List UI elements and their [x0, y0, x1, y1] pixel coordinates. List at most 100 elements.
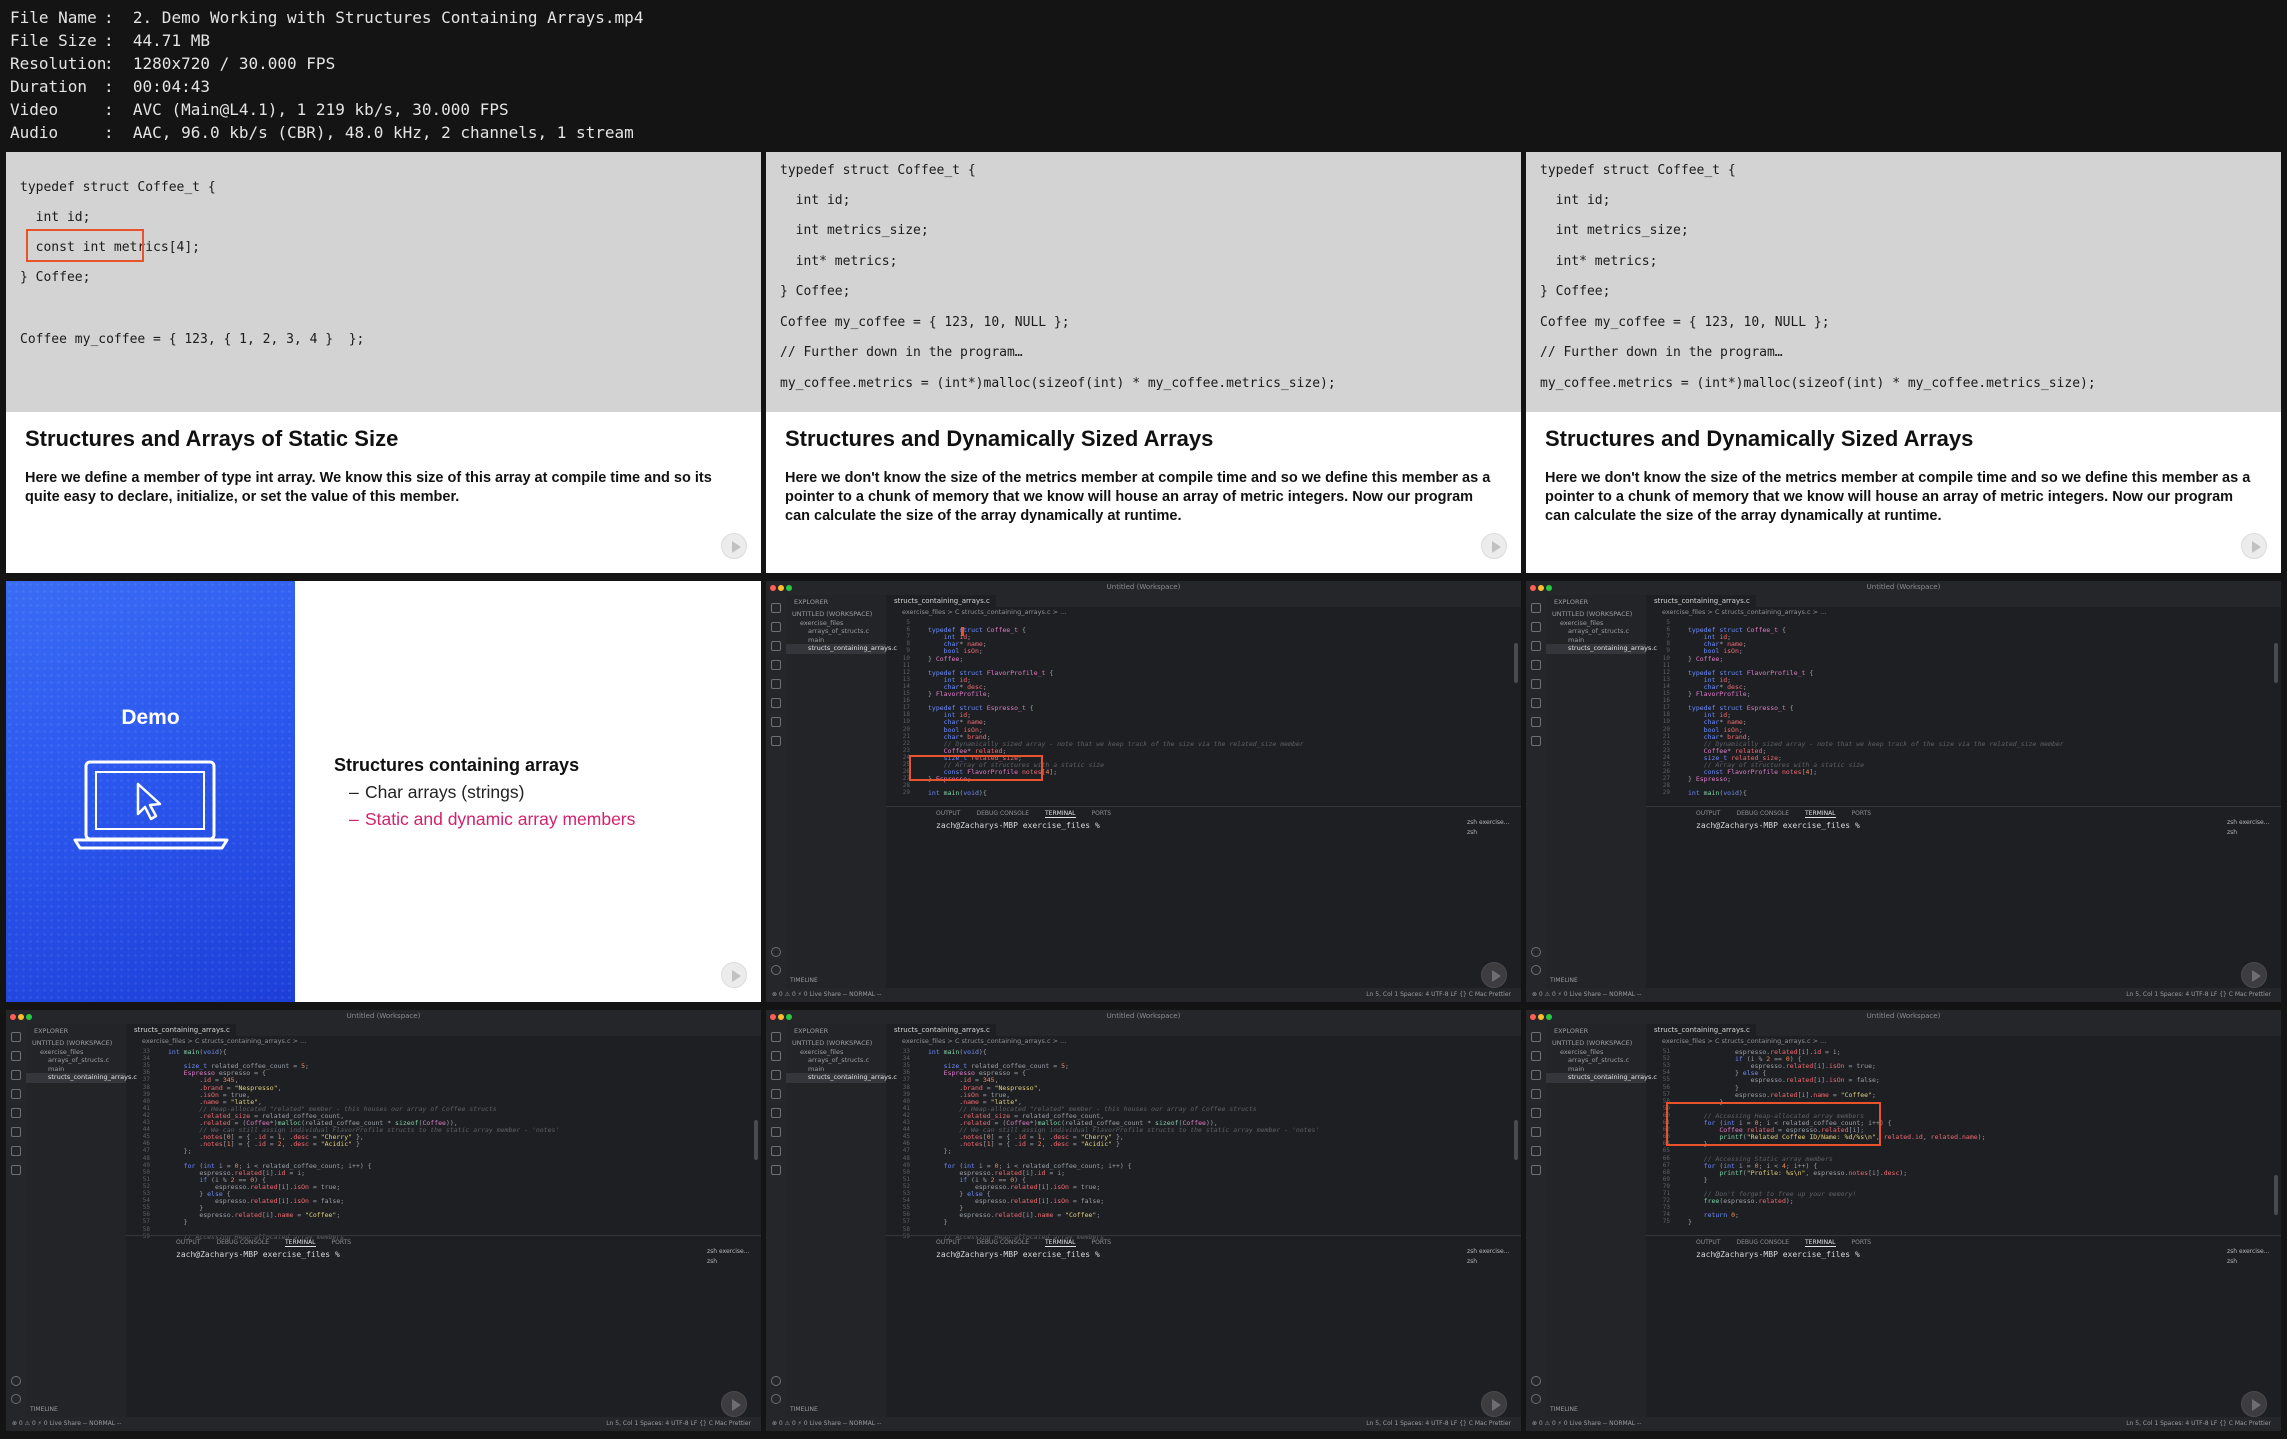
panel-tab-output[interactable]: OUTPUT: [176, 1239, 200, 1246]
run-debug-icon[interactable]: [11, 1089, 21, 1099]
remote-icon[interactable]: [771, 698, 781, 708]
play-icon[interactable]: [2241, 533, 2267, 559]
workspace-heading[interactable]: UNTITLED (WORKSPACE): [792, 610, 872, 618]
editor-tab-structs-containing-arrays[interactable]: structs_containing_arrays.c: [126, 1024, 236, 1036]
remote-icon[interactable]: [11, 1127, 21, 1137]
editor-scrollbar[interactable]: [1514, 643, 1518, 683]
play-icon[interactable]: [2241, 962, 2267, 988]
file-item[interactable]: structs_containing_arrays.c: [1568, 644, 1657, 652]
editor-tab-structs-containing-arrays[interactable]: structs_containing_arrays.c: [1646, 595, 1756, 607]
terminal-prompt[interactable]: zach@Zacharys-MBP exercise_files %: [176, 1250, 345, 1259]
panel-tab-output[interactable]: OUTPUT: [1696, 810, 1720, 817]
terminal-instance[interactable]: zsh: [1467, 1257, 1511, 1267]
run-debug-icon[interactable]: [1531, 1089, 1541, 1099]
play-icon[interactable]: [1481, 1391, 1507, 1417]
terminal-instance[interactable]: zsh: [2227, 828, 2271, 838]
status-left[interactable]: ⊗ 0 ⚠ 0 ⚡ 0 Live Share -- NORMAL --: [12, 1420, 121, 1427]
folder-exercise-files[interactable]: exercise_files: [1560, 1048, 1603, 1056]
panel-tab-output[interactable]: OUTPUT: [936, 1239, 960, 1246]
docker-icon[interactable]: [1531, 717, 1541, 727]
breadcrumb[interactable]: exercise_files > C structs_containing_ar…: [1662, 608, 1826, 616]
panel-tab-debug-console[interactable]: DEBUG CONSOLE: [1736, 1239, 1789, 1246]
play-icon[interactable]: [721, 962, 747, 988]
extensions-icon[interactable]: [771, 1108, 781, 1118]
status-right[interactable]: Ln 5, Col 1 Spaces: 4 UTF-8 LF {} C Mac …: [1366, 1420, 1511, 1427]
breadcrumb[interactable]: exercise_files > C structs_containing_ar…: [902, 608, 1066, 616]
docker-icon[interactable]: [11, 1146, 21, 1156]
terminal-instance[interactable]: zsh exercise...: [707, 1247, 751, 1257]
play-icon[interactable]: [721, 1391, 747, 1417]
timeline-section[interactable]: TIMELINE: [790, 1406, 818, 1413]
status-right[interactable]: Ln 5, Col 1 Spaces: 4 UTF-8 LF {} C Mac …: [2126, 1420, 2271, 1427]
file-item[interactable]: main: [808, 636, 824, 644]
terminal-instance[interactable]: zsh: [707, 1257, 751, 1267]
account-icon[interactable]: [1531, 947, 1541, 957]
editor-tab-structs-containing-arrays[interactable]: structs_containing_arrays.c: [886, 595, 996, 607]
play-icon[interactable]: [2241, 1391, 2267, 1417]
files-icon[interactable]: [771, 1032, 781, 1042]
panel-tab-terminal[interactable]: TERMINAL: [1045, 810, 1076, 818]
files-icon[interactable]: [1531, 1032, 1541, 1042]
panel-tab-output[interactable]: OUTPUT: [936, 810, 960, 817]
settings-gear-icon[interactable]: [771, 1394, 781, 1404]
settings-gear-icon[interactable]: [1531, 965, 1541, 975]
remote-icon[interactable]: [1531, 1127, 1541, 1137]
breadcrumb[interactable]: exercise_files > C structs_containing_ar…: [1662, 1037, 1826, 1045]
panel-tab-ports[interactable]: PORTS: [1092, 1239, 1112, 1246]
terminal-instance[interactable]: zsh: [1467, 828, 1511, 838]
file-item[interactable]: arrays_of_structs.c: [1568, 627, 1629, 635]
search-icon[interactable]: [11, 1051, 21, 1061]
file-item[interactable]: arrays_of_structs.c: [1568, 1056, 1629, 1064]
workspace-heading[interactable]: UNTITLED (WORKSPACE): [32, 1039, 112, 1047]
workspace-heading[interactable]: UNTITLED (WORKSPACE): [792, 1039, 872, 1047]
test-icon[interactable]: [1531, 736, 1541, 746]
timeline-section[interactable]: TIMELINE: [790, 977, 818, 984]
panel-tab-ports[interactable]: PORTS: [1852, 810, 1872, 817]
panel-tab-terminal[interactable]: TERMINAL: [1045, 1239, 1076, 1247]
play-icon[interactable]: [1481, 533, 1507, 559]
file-item[interactable]: main: [1568, 636, 1584, 644]
status-right[interactable]: Ln 5, Col 1 Spaces: 4 UTF-8 LF {} C Mac …: [2126, 991, 2271, 998]
account-icon[interactable]: [771, 947, 781, 957]
folder-exercise-files[interactable]: exercise_files: [1560, 619, 1603, 627]
run-debug-icon[interactable]: [1531, 660, 1541, 670]
source-control-icon[interactable]: [11, 1070, 21, 1080]
file-item[interactable]: main: [808, 1065, 824, 1073]
docker-icon[interactable]: [1531, 1146, 1541, 1156]
timeline-section[interactable]: TIMELINE: [1550, 1406, 1578, 1413]
timeline-section[interactable]: TIMELINE: [1550, 977, 1578, 984]
file-item[interactable]: structs_containing_arrays.c: [1568, 1073, 1657, 1081]
run-debug-icon[interactable]: [771, 660, 781, 670]
file-item[interactable]: main: [1568, 1065, 1584, 1073]
terminal-prompt[interactable]: zach@Zacharys-MBP exercise_files %: [1696, 1250, 1865, 1259]
terminal-instance[interactable]: zsh exercise...: [2227, 818, 2271, 828]
search-icon[interactable]: [771, 622, 781, 632]
file-item[interactable]: arrays_of_structs.c: [808, 1056, 869, 1064]
files-icon[interactable]: [1531, 603, 1541, 613]
folder-exercise-files[interactable]: exercise_files: [800, 619, 843, 627]
file-item[interactable]: structs_containing_arrays.c: [48, 1073, 137, 1081]
panel-tab-terminal[interactable]: TERMINAL: [285, 1239, 316, 1247]
settings-gear-icon[interactable]: [1531, 1394, 1541, 1404]
settings-gear-icon[interactable]: [771, 965, 781, 975]
files-icon[interactable]: [771, 603, 781, 613]
play-icon[interactable]: [721, 533, 747, 559]
file-item[interactable]: arrays_of_structs.c: [48, 1056, 109, 1064]
folder-exercise-files[interactable]: exercise_files: [40, 1048, 83, 1056]
panel-tab-terminal[interactable]: TERMINAL: [1805, 1239, 1836, 1247]
terminal-instance[interactable]: zsh: [2227, 1257, 2271, 1267]
file-item[interactable]: arrays_of_structs.c: [808, 627, 869, 635]
extensions-icon[interactable]: [11, 1108, 21, 1118]
settings-gear-icon[interactable]: [11, 1394, 21, 1404]
status-left[interactable]: ⊗ 0 ⚠ 0 ⚡ 0 Live Share -- NORMAL --: [772, 991, 881, 998]
folder-exercise-files[interactable]: exercise_files: [800, 1048, 843, 1056]
docker-icon[interactable]: [771, 717, 781, 727]
account-icon[interactable]: [11, 1376, 21, 1386]
terminal-instance[interactable]: zsh exercise...: [2227, 1247, 2271, 1257]
search-icon[interactable]: [1531, 1051, 1541, 1061]
account-icon[interactable]: [771, 1376, 781, 1386]
editor-scrollbar[interactable]: [754, 1120, 758, 1160]
remote-icon[interactable]: [771, 1127, 781, 1137]
docker-icon[interactable]: [771, 1146, 781, 1156]
panel-tab-debug-console[interactable]: DEBUG CONSOLE: [976, 810, 1029, 817]
